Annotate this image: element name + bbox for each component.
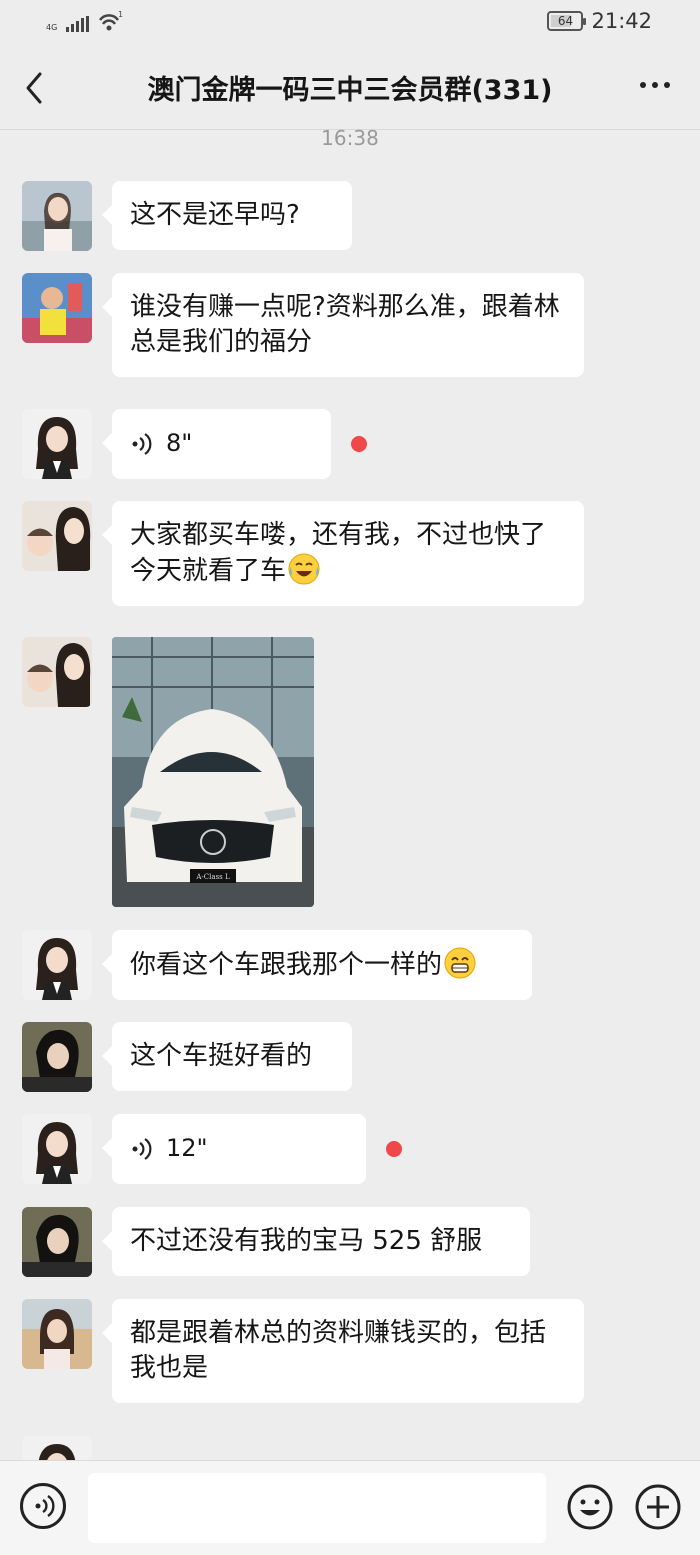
voice-wave-icon — [132, 432, 152, 455]
battery-level: 64 — [557, 14, 574, 28]
wifi-icon: 1 — [97, 10, 123, 32]
svg-text:1: 1 — [118, 10, 123, 19]
car-photo[interactable]: A-Class L — [112, 637, 314, 907]
battery-icon: 64 — [547, 11, 587, 31]
grinning-emoji-icon — [444, 947, 476, 979]
message-bubble[interactable]: 大家都买车喽，还有我，不过也快了今天就看了车 — [102, 501, 584, 606]
avatar[interactable] — [22, 1436, 92, 1460]
signal-icon — [66, 16, 89, 32]
input-bar — [0, 1460, 700, 1555]
emoji-button[interactable] — [566, 1483, 614, 1531]
message-bubble[interactable]: 都是跟着林总的资料赚钱买的，包括我也是 — [102, 1299, 584, 1403]
avatar[interactable] — [22, 1022, 92, 1092]
avatar[interactable] — [22, 930, 92, 1000]
laughing-tears-emoji-icon — [288, 553, 320, 585]
message-bubble[interactable]: 这个车挺好看的 — [102, 1022, 352, 1091]
more-icon — [640, 82, 646, 88]
voice-message-bubble[interactable]: 8" — [102, 409, 331, 479]
chat-title: 澳门金牌一码三中三会员群(331) — [147, 75, 553, 106]
avatar[interactable] — [22, 1299, 92, 1369]
message-input[interactable] — [88, 1473, 546, 1543]
more-options-button[interactable] — [640, 82, 670, 88]
voice-icon — [35, 1495, 55, 1517]
avatar[interactable] — [22, 409, 92, 479]
message-bubble[interactable]: 谁没有赚一点呢?资料那么准，跟着林总是我们的福分 — [102, 273, 584, 377]
back-button[interactable] — [20, 68, 50, 108]
avatar[interactable] — [22, 1114, 92, 1184]
avatar[interactable] — [22, 637, 92, 707]
voice-duration: 8" — [166, 429, 193, 457]
voice-input-button[interactable] — [20, 1483, 66, 1529]
voice-duration: 12" — [166, 1134, 208, 1162]
chevron-left-icon — [26, 72, 42, 104]
message-bubble[interactable]: 你看这个车跟我那个一样的 — [102, 930, 532, 1000]
message-bubble[interactable]: 这不是还早吗? — [102, 181, 352, 250]
message-text: 都是跟着林总的资料赚钱买的，包括我也是 — [130, 1318, 547, 1383]
message-text: 大家都买车喽，还有我，不过也快了今天就看了车 — [130, 520, 547, 586]
avatar[interactable] — [22, 1207, 92, 1277]
voice-message-bubble[interactable]: 12" — [102, 1114, 366, 1184]
avatar[interactable] — [22, 181, 92, 251]
status-time: 21:42 — [591, 9, 652, 33]
unread-dot — [386, 1141, 402, 1157]
message-text: 你看这个车跟我那个一样的 — [130, 950, 443, 980]
avatar[interactable] — [22, 501, 92, 571]
message-row-partial — [22, 1436, 422, 1460]
message-text: 这个车挺好看的 — [130, 1041, 313, 1071]
car-plate: A-Class L — [195, 873, 230, 881]
plus-icon — [635, 1484, 681, 1530]
message-text: 谁没有赚一点呢?资料那么准，跟着林总是我们的福分 — [130, 292, 560, 357]
avatar[interactable] — [22, 273, 92, 343]
chat-header: 澳门金牌一码三中三会员群(331) — [0, 46, 700, 130]
smiley-icon — [567, 1484, 613, 1530]
message-text: 不过还没有我的宝马 525 舒服 — [130, 1226, 483, 1256]
message-text: 这不是还早吗? — [130, 200, 300, 230]
message-timestamp: 16:38 — [321, 126, 379, 150]
message-bubble[interactable]: 不过还没有我的宝马 525 舒服 — [102, 1207, 530, 1276]
status-bar: 4G 1 64 21:42 — [0, 0, 700, 46]
unread-dot — [351, 436, 367, 452]
voice-wave-icon — [132, 1137, 152, 1160]
network-type: 4G — [46, 23, 58, 32]
add-attachment-button[interactable] — [634, 1483, 682, 1531]
